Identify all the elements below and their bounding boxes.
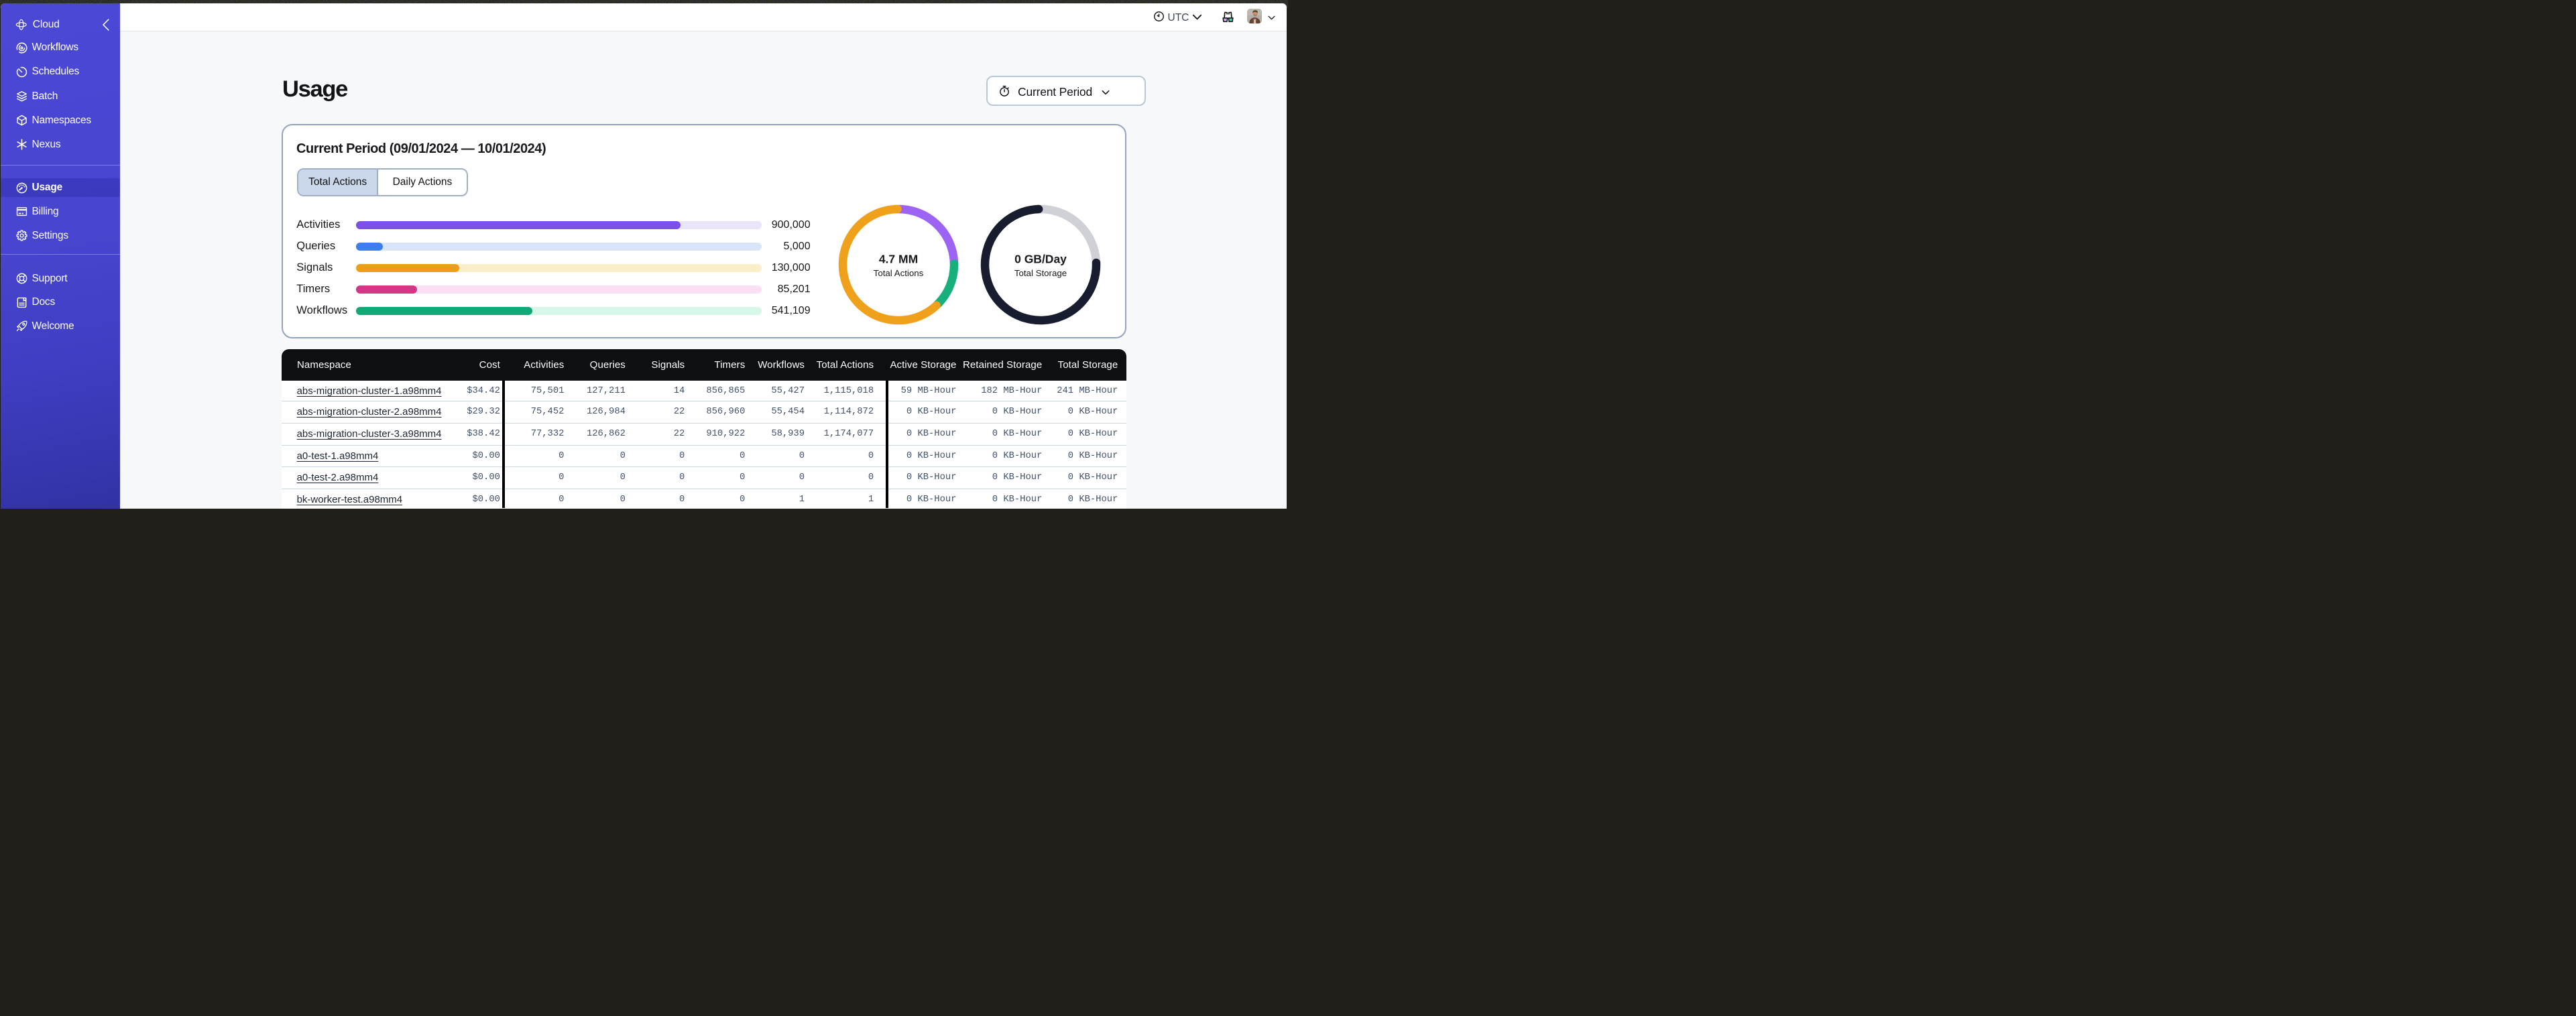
svg-text:Total Storage: Total Storage [1014,268,1067,278]
svg-text:Total Actions: Total Actions [874,268,924,278]
svg-text:0 GB/Day: 0 GB/Day [1014,253,1067,266]
svg-text:4.7 MM: 4.7 MM [879,253,918,266]
